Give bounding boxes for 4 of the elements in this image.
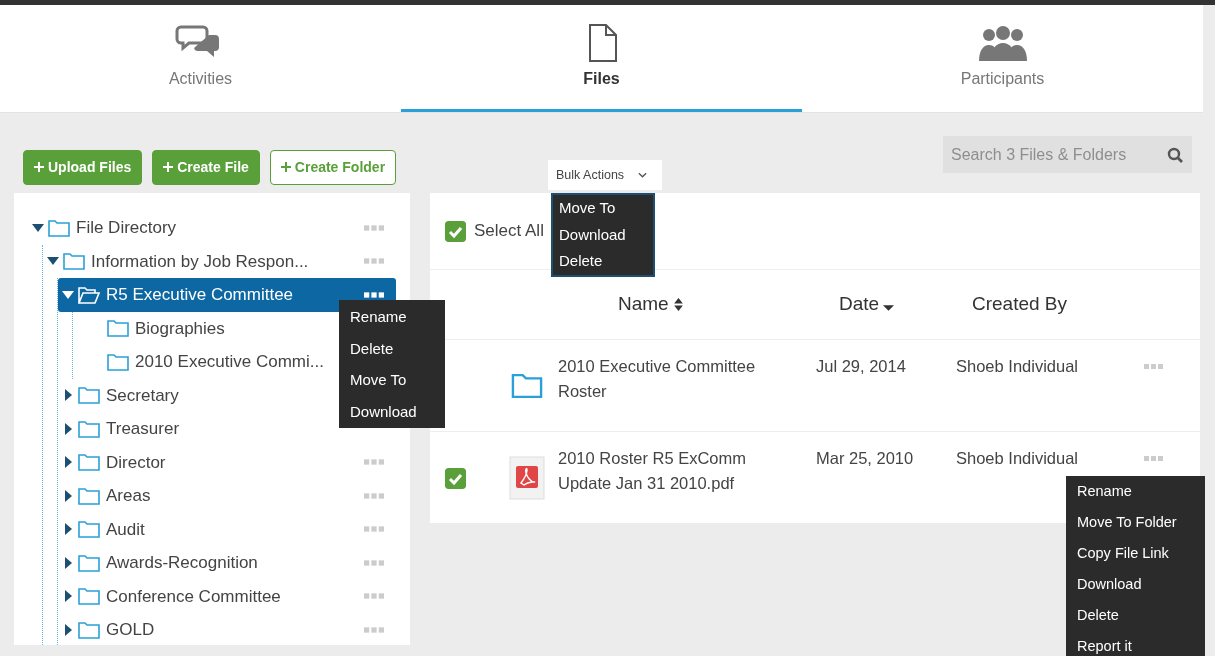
date-cell-text: Mar 25, 2010 — [816, 448, 915, 469]
creator-cell-text: Shoeb Individual — [956, 356, 1079, 377]
creator-cell-text: Shoeb Individual — [956, 448, 1079, 469]
date-cell-text: Jul 29, 2014 — [816, 356, 907, 377]
